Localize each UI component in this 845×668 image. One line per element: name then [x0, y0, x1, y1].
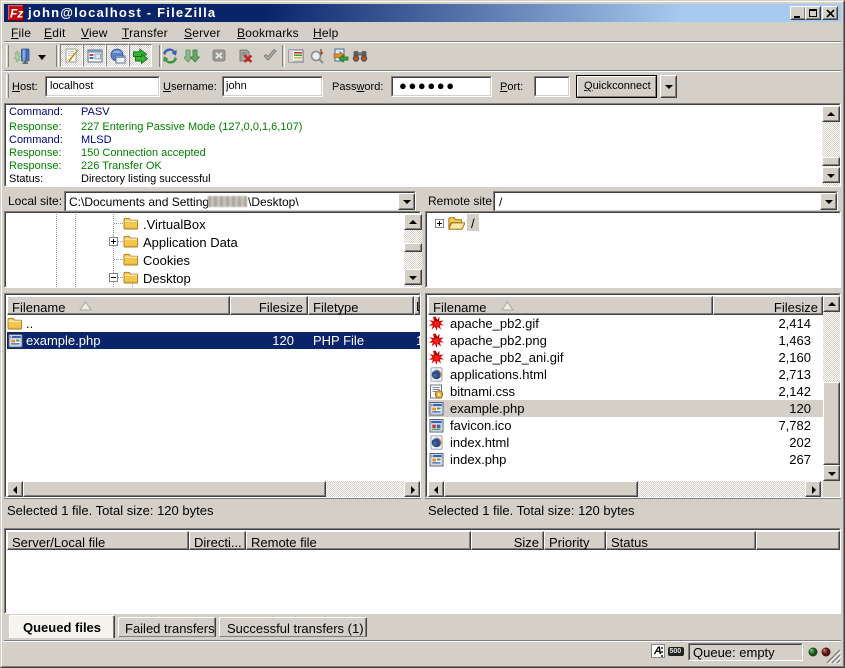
svg-text:Fz: Fz [10, 7, 23, 21]
